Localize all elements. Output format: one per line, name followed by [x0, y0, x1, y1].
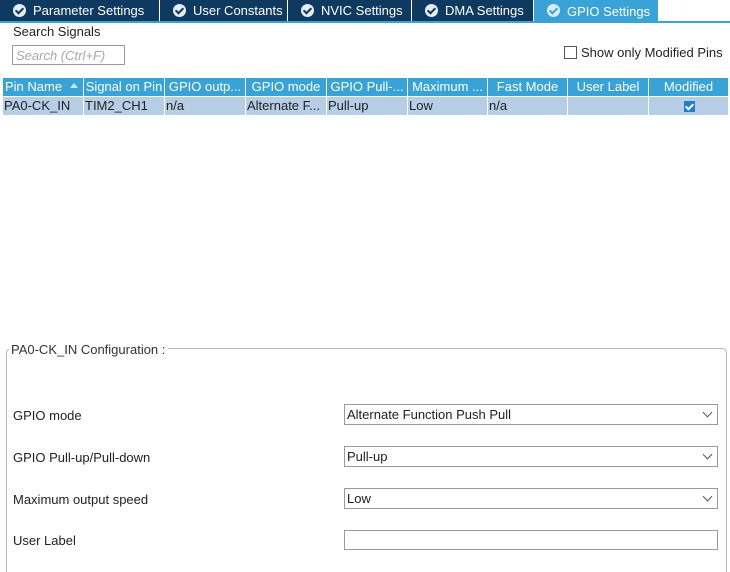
cell-modified — [649, 97, 728, 115]
table-row[interactable]: PA0-CK_IN TIM2_CH1 n/a Alternate F... Pu… — [3, 97, 728, 115]
show-only-modified-toggle[interactable]: Show only Modified Pins — [564, 45, 723, 60]
column-header-label: Signal on Pin — [85, 79, 163, 94]
column-header-label: GPIO outp... — [168, 79, 242, 94]
cell-gpio-output: n/a — [165, 97, 246, 115]
cell-pin-name: PA0-CK_IN — [3, 97, 84, 115]
column-header-label: GPIO mode — [251, 79, 321, 94]
max-speed-label: Maximum output speed — [13, 492, 149, 507]
check-circle-icon — [425, 4, 438, 17]
check-circle-icon — [301, 4, 314, 17]
column-header-label: Pin Name — [5, 79, 63, 94]
tab-underline — [0, 21, 730, 23]
show-only-modified-label: Show only Modified Pins — [581, 45, 723, 60]
column-header-user-label[interactable]: User Label — [568, 78, 649, 96]
pin-configuration-title: PA0-CK_IN Configuration : — [9, 342, 169, 357]
gpio-mode-select[interactable]: Alternate Function Push Pull — [344, 404, 718, 425]
column-header-label: Maximum ... — [412, 79, 483, 94]
column-header-fast-mode[interactable]: Fast Mode — [488, 78, 568, 96]
check-circle-icon — [173, 4, 186, 17]
tab-label: User Constants — [193, 3, 283, 18]
column-header-gpio-pull[interactable]: GPIO Pull-... — [327, 78, 408, 96]
tab-label: DMA Settings — [445, 3, 524, 18]
gpio-pull-label: GPIO Pull-up/Pull-down — [13, 450, 151, 465]
sort-ascending-icon — [70, 83, 78, 88]
column-header-gpio-mode[interactable]: GPIO mode — [246, 78, 327, 96]
tab-user-constants[interactable]: User Constants — [160, 0, 287, 21]
gpio-pull-select[interactable]: Pull-up — [344, 446, 718, 467]
table-header: Pin Name Signal on Pin GPIO outp... GPIO… — [3, 78, 728, 96]
tab-bar: Parameter Settings User Constants NVIC S… — [0, 0, 730, 22]
column-header-modified[interactable]: Modified — [649, 78, 728, 96]
column-header-label: GPIO Pull-... — [330, 79, 404, 94]
cell-user-label — [568, 97, 649, 115]
tab-parameter-settings[interactable]: Parameter Settings — [0, 0, 159, 21]
column-header-label: User Label — [576, 79, 640, 94]
chevron-down-icon — [702, 407, 713, 418]
gpio-mode-label: GPIO mode — [13, 408, 82, 423]
tab-label: NVIC Settings — [321, 3, 403, 18]
tab-label: GPIO Settings — [567, 3, 651, 19]
chevron-down-icon — [702, 491, 713, 502]
user-label-input[interactable] — [344, 530, 718, 550]
tab-gpio-settings[interactable]: GPIO Settings — [534, 0, 658, 22]
tab-nvic-settings[interactable]: NVIC Settings — [288, 0, 411, 21]
gpio-pull-value: Pull-up — [347, 449, 388, 464]
column-header-label: Modified — [663, 79, 714, 94]
tab-label: Parameter Settings — [33, 3, 145, 18]
cell-max-speed: Low — [408, 97, 488, 115]
column-header-gpio-output[interactable]: GPIO outp... — [165, 78, 246, 96]
search-signals-label: Search Signals — [13, 24, 101, 39]
cell-fast-mode: n/a — [488, 97, 568, 115]
search-input[interactable] — [12, 45, 125, 65]
column-header-maximum-speed[interactable]: Maximum ... — [408, 78, 488, 96]
modified-check-icon[interactable] — [683, 100, 695, 112]
tab-dma-settings[interactable]: DMA Settings — [412, 0, 533, 21]
cell-gpio-pull: Pull-up — [327, 97, 408, 115]
user-label-label: User Label — [13, 533, 76, 548]
column-header-signal-on-pin[interactable]: Signal on Pin — [84, 78, 165, 96]
max-speed-select[interactable]: Low — [344, 488, 718, 509]
pin-table: Pin Name Signal on Pin GPIO outp... GPIO… — [3, 78, 728, 338]
check-circle-icon — [13, 4, 26, 17]
cell-gpio-mode: Alternate F... — [246, 97, 327, 115]
max-speed-value: Low — [347, 491, 371, 506]
check-circle-icon — [547, 4, 560, 17]
column-header-label: Fast Mode — [496, 79, 559, 94]
gpio-mode-value: Alternate Function Push Pull — [347, 407, 512, 422]
chevron-down-icon — [702, 449, 713, 460]
cell-signal: TIM2_CH1 — [84, 97, 165, 115]
show-only-modified-checkbox[interactable] — [564, 46, 577, 59]
column-header-pin-name[interactable]: Pin Name — [3, 78, 84, 96]
